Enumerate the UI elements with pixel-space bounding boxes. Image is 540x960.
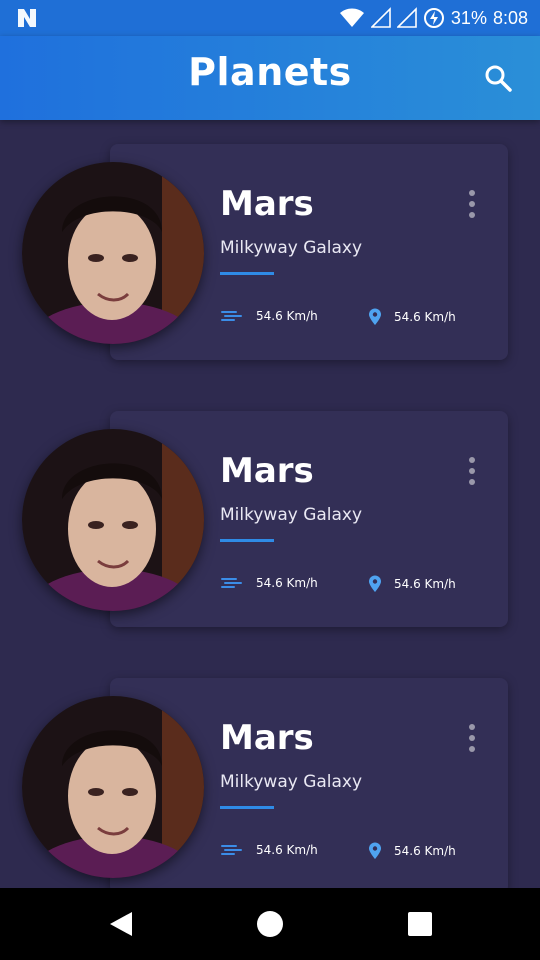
location-value: 54.6 Km/h — [394, 844, 456, 858]
more-vert-icon[interactable] — [464, 455, 480, 487]
home-icon[interactable] — [257, 911, 283, 937]
wind-stat: 54.6 Km/h — [220, 575, 318, 591]
wind-icon — [221, 311, 242, 321]
battery-percent: 31% — [450, 7, 487, 28]
accent-divider — [220, 539, 274, 542]
wind-stat: 54.6 Km/h — [220, 842, 318, 858]
accent-divider — [220, 806, 274, 809]
signal-icon — [370, 7, 391, 28]
avatar — [22, 429, 204, 611]
location-stat: 54.6 Km/h — [368, 575, 456, 593]
avatar — [22, 162, 204, 344]
navigation-bar — [0, 888, 540, 960]
wind-speed: 54.6 Km/h — [256, 576, 318, 590]
planet-name: Mars — [220, 718, 314, 758]
portrait-image — [22, 696, 204, 878]
planet-galaxy: Milkyway Galaxy — [220, 505, 363, 525]
more-vert-icon[interactable] — [464, 722, 480, 754]
location-pin-icon — [369, 575, 381, 592]
recents-icon[interactable] — [408, 912, 432, 936]
accent-divider — [220, 272, 274, 275]
wind-stat: 54.6 Km/h — [220, 308, 318, 324]
planet-list[interactable]: Mars Milkyway Galaxy 54.6 Km/h 54.6 Km/h — [0, 120, 540, 888]
planet-galaxy: Milkyway Galaxy — [220, 238, 363, 258]
wind-icon — [221, 845, 242, 855]
signal-icon — [396, 7, 417, 28]
location-pin-icon — [369, 842, 381, 859]
location-stat: 54.6 Km/h — [368, 308, 456, 326]
page-title: Planets — [188, 50, 352, 94]
portrait-image — [22, 162, 204, 344]
avatar — [22, 696, 204, 878]
planet-name: Mars — [220, 184, 314, 224]
wind-speed: 54.6 Km/h — [256, 843, 318, 857]
location-value: 54.6 Km/h — [394, 577, 456, 591]
clock: 8:08 — [492, 7, 528, 28]
more-vert-icon[interactable] — [464, 188, 480, 220]
planet-name: Mars — [220, 451, 314, 491]
search-icon[interactable] — [484, 64, 512, 92]
wifi-icon — [339, 8, 364, 27]
n-logo-icon — [18, 9, 36, 27]
wind-speed: 54.6 Km/h — [256, 309, 318, 323]
battery-charging-icon — [423, 8, 444, 28]
back-icon[interactable] — [108, 910, 134, 938]
location-value: 54.6 Km/h — [394, 310, 456, 324]
status-bar: 31% 8:08 — [0, 0, 540, 36]
location-stat: 54.6 Km/h — [368, 842, 456, 860]
wind-icon — [221, 578, 242, 588]
app-bar: Planets — [0, 36, 540, 120]
portrait-image — [22, 429, 204, 611]
location-pin-icon — [369, 308, 381, 325]
planet-galaxy: Milkyway Galaxy — [220, 772, 363, 792]
